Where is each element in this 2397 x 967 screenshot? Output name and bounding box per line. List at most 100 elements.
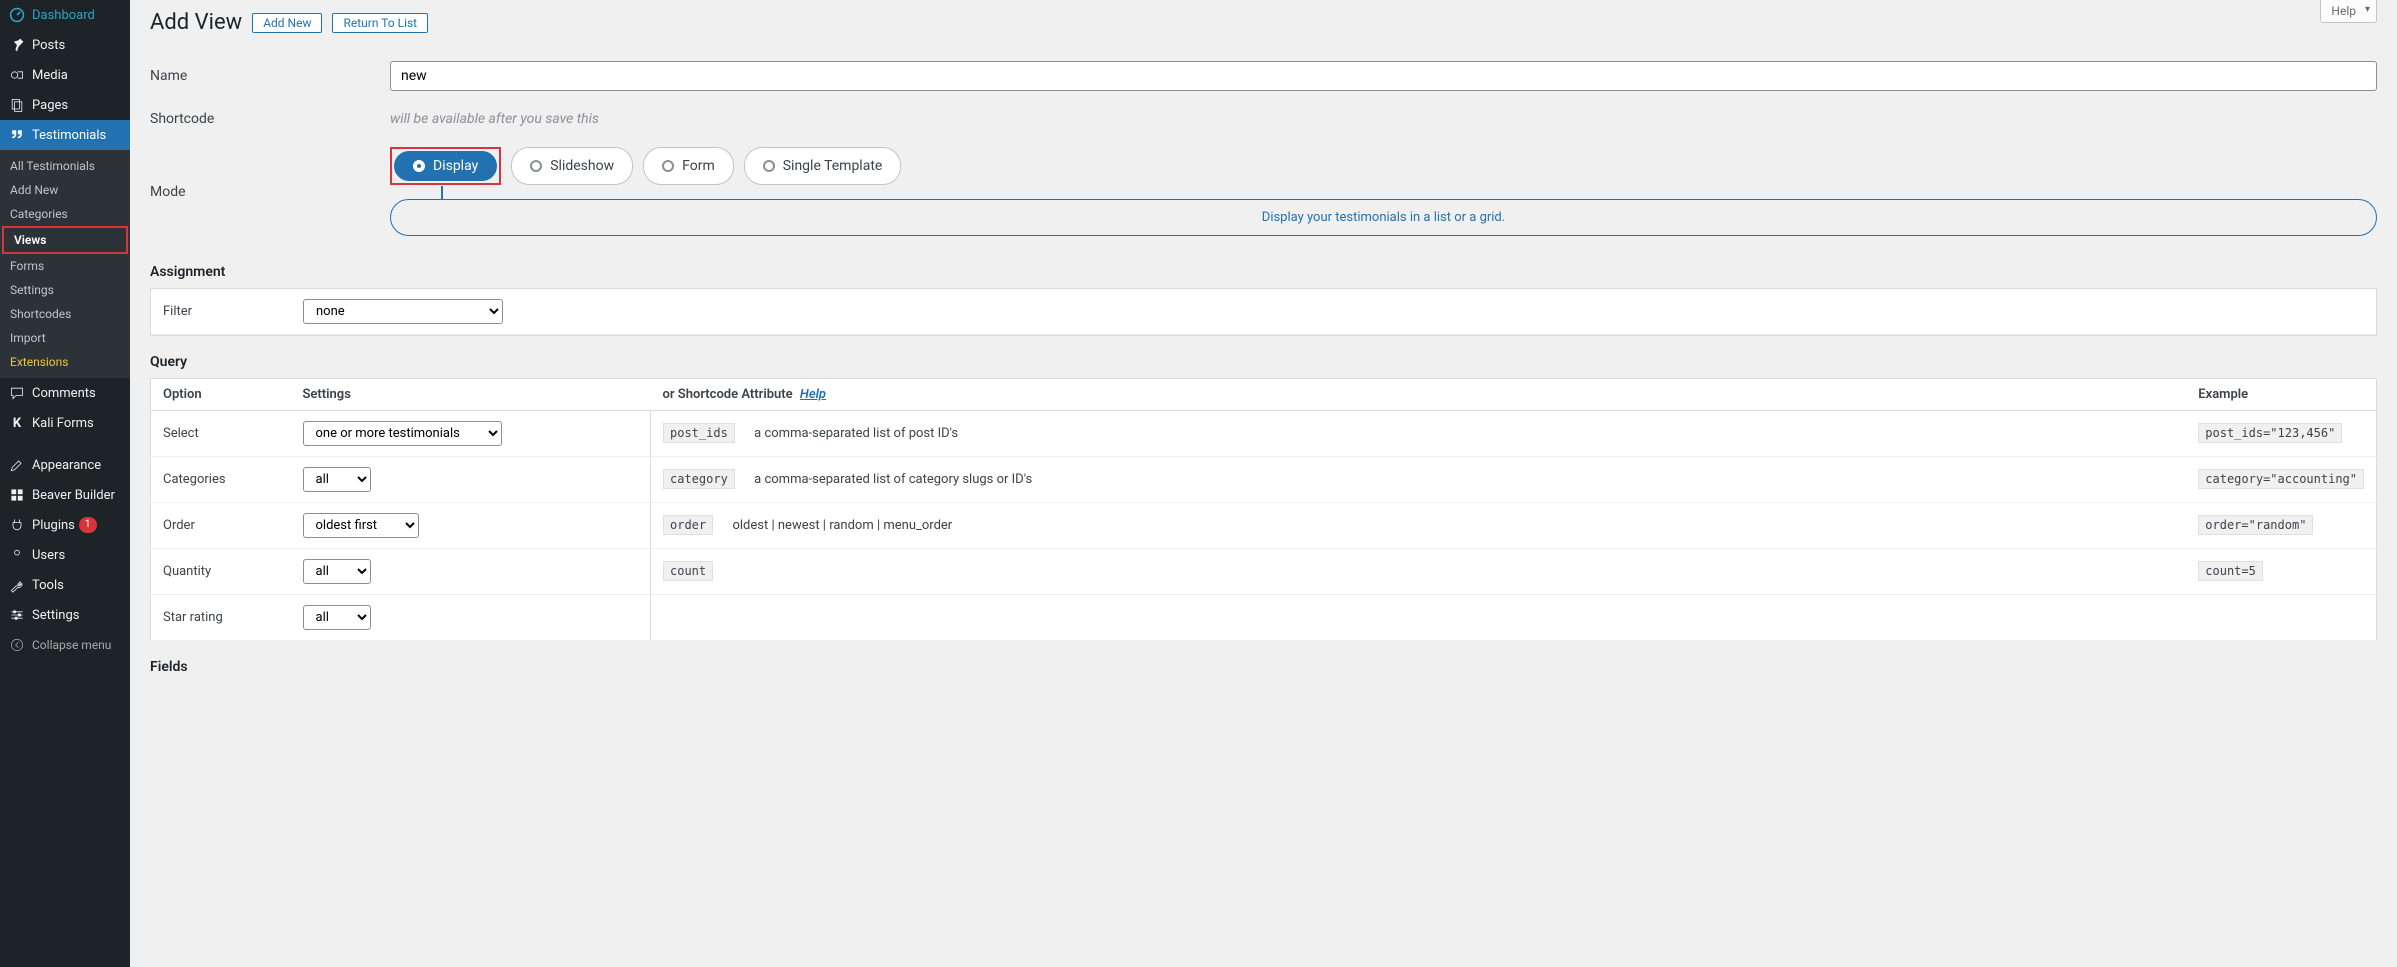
plugins-badge: 1 [79, 517, 97, 533]
mode-options: Display Slideshow Form Single Template [390, 147, 2377, 185]
shortcode-row: Shortcode will be available after you sa… [150, 101, 2377, 137]
sidebar-label: Posts [32, 38, 65, 53]
sidebar-item-kaliforms[interactable]: K Kali Forms [0, 408, 130, 438]
filter-select[interactable]: none [303, 299, 503, 324]
shortcode-note: will be available after you save this [390, 111, 599, 127]
table-row: Select one or more testimonials post_ids… [151, 411, 2377, 457]
example-code: post_ids="123,456" [2198, 423, 2342, 443]
sidebar-label: Users [32, 548, 65, 563]
name-label: Name [150, 68, 390, 84]
opt-label: Order [151, 503, 291, 549]
shortcode-label: Shortcode [150, 111, 390, 127]
add-new-button[interactable]: Add New [252, 13, 322, 33]
starrating-select[interactable]: all [303, 605, 371, 630]
order-select[interactable]: oldest first [303, 513, 419, 538]
sidebar-item-comments[interactable]: Comments [0, 378, 130, 408]
sidebar-label: Pages [32, 98, 68, 113]
attr-code: order [663, 515, 713, 535]
table-row: Quantity all count count=5 [151, 549, 2377, 595]
mode-label-text: Display [433, 158, 478, 174]
name-row: Name [150, 51, 2377, 101]
sidebar-sub-shortcodes[interactable]: Shortcodes [0, 302, 130, 326]
sidebar-label: Settings [32, 608, 79, 623]
table-row: Order oldest first order oldest | newest… [151, 503, 2377, 549]
user-icon [8, 546, 26, 564]
sidebar-item-posts[interactable]: Posts [0, 30, 130, 60]
name-input[interactable] [390, 61, 2377, 91]
sidebar-sub-forms[interactable]: Forms [0, 254, 130, 278]
sidebar-label: Testimonials [32, 128, 106, 143]
mode-single-button[interactable]: Single Template [744, 147, 902, 185]
quantity-select[interactable]: all [303, 559, 371, 584]
sidebar-item-pages[interactable]: Pages [0, 90, 130, 120]
kali-icon: K [8, 414, 26, 432]
sidebar-sub-import[interactable]: Import [0, 326, 130, 350]
page-title: Add View [150, 10, 242, 35]
sidebar-item-settings[interactable]: Settings [0, 600, 130, 630]
return-to-list-button[interactable]: Return To List [332, 13, 428, 33]
sidebar-item-collapse[interactable]: Collapse menu [0, 630, 130, 660]
example-code: count=5 [2198, 561, 2263, 581]
help-tab[interactable]: Help [2320, 0, 2377, 23]
mode-form-button[interactable]: Form [643, 147, 734, 185]
sidebar-item-users[interactable]: Users [0, 540, 130, 570]
mode-label: Mode [150, 184, 390, 200]
wrench-icon [8, 576, 26, 594]
sidebar-item-testimonials[interactable]: Testimonials [0, 120, 130, 150]
admin-sidebar: Dashboard Posts Media Pages Testimonials… [0, 0, 130, 967]
sidebar-sub-settings[interactable]: Settings [0, 278, 130, 302]
example-code: order="random" [2198, 515, 2313, 535]
table-row: Categories all category a comma-separate… [151, 457, 2377, 503]
sidebar-item-tools[interactable]: Tools [0, 570, 130, 600]
sidebar-item-plugins[interactable]: Plugins 1 [0, 510, 130, 540]
mode-display-button[interactable]: Display [394, 151, 497, 181]
plug-icon [8, 516, 26, 534]
select-select[interactable]: one or more testimonials [303, 421, 502, 446]
pages-icon [8, 96, 26, 114]
sidebar-label: Tools [32, 578, 64, 593]
query-heading: Query [150, 354, 2377, 370]
sidebar-sub-all[interactable]: All Testimonials [0, 154, 130, 178]
sidebar-label: Beaver Builder [32, 488, 115, 503]
mode-label-text: Slideshow [550, 158, 614, 174]
table-row: Star rating all [151, 595, 2377, 641]
opt-label: Quantity [151, 549, 291, 595]
opt-label: Star rating [151, 595, 291, 641]
attr-code: category [663, 469, 735, 489]
categories-select[interactable]: all [303, 467, 371, 492]
filter-label: Filter [163, 304, 303, 319]
sidebar-item-media[interactable]: Media [0, 60, 130, 90]
sidebar-sub-views[interactable]: Views [2, 226, 128, 254]
mode-slideshow-button[interactable]: Slideshow [511, 147, 633, 185]
query-table: Option Settings or Shortcode Attribute H… [150, 378, 2377, 641]
main-content: Help Add View Add New Return To List Nam… [130, 0, 2397, 967]
sidebar-sub-addnew[interactable]: Add New [0, 178, 130, 202]
sidebar-submenu: All Testimonials Add New Categories View… [0, 150, 130, 378]
sidebar-item-beaver[interactable]: Beaver Builder [0, 480, 130, 510]
sidebar-sub-extensions[interactable]: Extensions [0, 350, 130, 374]
sidebar-label: Appearance [32, 458, 101, 473]
sidebar-label: Plugins [32, 518, 75, 533]
attr-code: count [663, 561, 713, 581]
mode-row: Mode Display Slideshow Form Single Templ… [150, 137, 2377, 246]
col-attr: or Shortcode Attribute Help [651, 379, 2187, 411]
sidebar-item-dashboard[interactable]: Dashboard [0, 0, 130, 30]
sidebar-item-appearance[interactable]: Appearance [0, 450, 130, 480]
brush-icon [8, 456, 26, 474]
media-icon [8, 66, 26, 84]
attr-code: post_ids [663, 423, 735, 443]
col-option: Option [151, 379, 291, 411]
col-settings: Settings [291, 379, 651, 411]
example-code: category="accounting" [2198, 469, 2364, 489]
grid-icon [8, 486, 26, 504]
col-example: Example [2186, 379, 2376, 411]
pin-icon [8, 36, 26, 54]
page-header: Add View Add New Return To List [150, 0, 2377, 51]
query-help-link[interactable]: Help [800, 387, 826, 402]
sidebar-sub-categories[interactable]: Categories [0, 202, 130, 226]
fields-heading: Fields [150, 659, 2377, 675]
mode-label-text: Form [682, 158, 715, 174]
radio-dot-icon [763, 160, 775, 172]
radio-dot-icon [662, 160, 674, 172]
radio-dot-icon [413, 160, 425, 172]
